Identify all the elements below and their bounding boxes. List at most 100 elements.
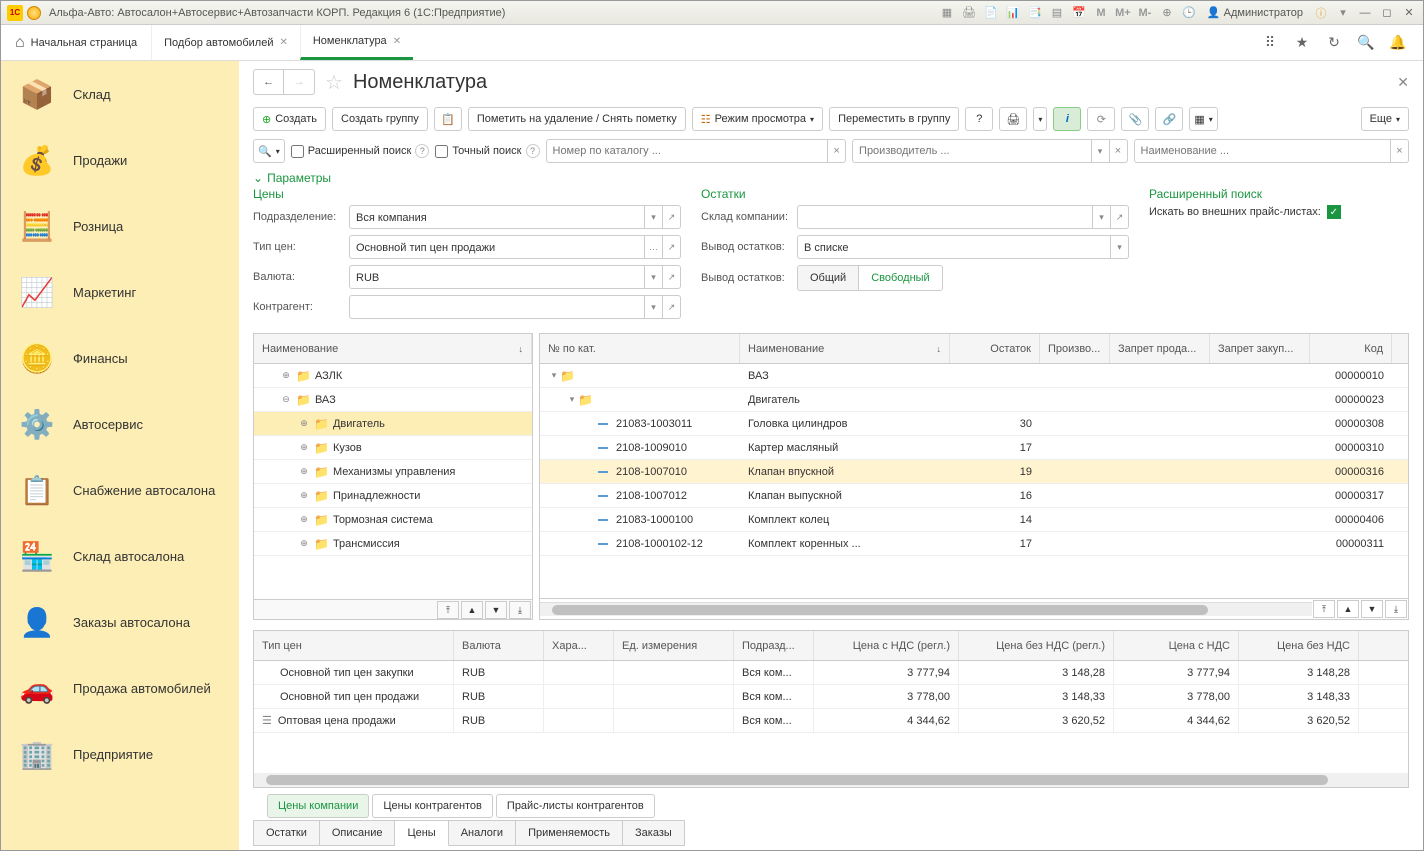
col-price-nonds[interactable]: Цена без НДС [1239, 631, 1359, 660]
col-price-nds[interactable]: Цена с НДС [1114, 631, 1239, 660]
move-group-button[interactable]: Переместить в группу [829, 107, 959, 131]
subtab-company-prices[interactable]: Цены компании [267, 794, 369, 818]
user-menu[interactable]: 👤 Администратор [1203, 6, 1307, 19]
subtab-contractor-prices[interactable]: Цены контрагентов [372, 794, 493, 818]
dropdown-button[interactable]: ▾ [645, 295, 663, 319]
tree-row[interactable]: ⊕📁Принадлежности [254, 484, 532, 508]
expand-icon[interactable]: ⊕ [280, 370, 292, 381]
seg-free-button[interactable]: Свободный [859, 266, 942, 290]
name-input[interactable] [1134, 139, 1391, 163]
last-button[interactable]: ⤓ [509, 601, 531, 619]
star-icon[interactable]: ★ [1293, 34, 1311, 52]
mark-delete-button[interactable]: Пометить на удаление / Снять пометку [468, 107, 686, 131]
expand-icon[interactable]: ⊕ [298, 418, 310, 429]
ext-price-check[interactable]: Искать во внешних прайс-листах: ✓ [1149, 205, 1409, 219]
col-code[interactable]: Код [1310, 334, 1392, 363]
tree-body[interactable]: ⊕📁АЗЛК⊖📁ВАЗ⊕📁Двигатель⊕📁Кузов⊕📁Механизмы… [254, 364, 532, 599]
price-body[interactable]: Основной тип цен закупки RUB Вся ком... … [254, 661, 1408, 733]
search-nav-icon[interactable]: 🔍 [1357, 34, 1375, 52]
ext-search-check[interactable]: Расширенный поиск ? [291, 144, 430, 158]
up-button[interactable]: ▲ [1337, 600, 1359, 618]
copy-icon[interactable]: 📑 [1027, 5, 1043, 21]
expand-icon[interactable]: ⊕ [298, 538, 310, 549]
tree-row[interactable]: ⊕📁Кузов [254, 436, 532, 460]
sidebar-item-car-sales[interactable]: 🚗Продажа автомобилей [1, 655, 239, 721]
tree-row[interactable]: ⊕📁Трансмиссия [254, 532, 532, 556]
item-row[interactable]: 2108-1000102-12 Комплект коренных ... 17… [540, 532, 1408, 556]
calc-icon[interactable]: 📊 [1005, 5, 1021, 21]
tree-row[interactable]: ⊖📁ВАЗ [254, 388, 532, 412]
favorite-icon[interactable]: ☆ [325, 70, 343, 95]
bell-icon[interactable]: 🔔 [1389, 34, 1407, 52]
col-catalog[interactable]: № по кат. [540, 334, 740, 363]
back-button[interactable]: ← [254, 70, 284, 94]
item-row[interactable]: 21083-1000100 Комплект колец 14 00000406 [540, 508, 1408, 532]
price-row[interactable]: Основной тип цен закупки RUB Вся ком... … [254, 661, 1408, 685]
open-button[interactable]: ↗ [663, 265, 681, 289]
price-row[interactable]: ☰Оптовая цена продажи RUB Вся ком... 4 3… [254, 709, 1408, 733]
item-row[interactable]: 2108-1007012 Клапан выпускной 16 0000031… [540, 484, 1408, 508]
info-icon[interactable]: ⓘ [1313, 5, 1329, 21]
params-toggle[interactable]: ⌄Параметры [253, 171, 1409, 185]
col-name[interactable]: Наименование↓ [740, 334, 950, 363]
item-row[interactable]: 2108-1009010 Картер масляный 17 00000310 [540, 436, 1408, 460]
col-unit[interactable]: Ед. измерения [614, 631, 734, 660]
export-button[interactable]: ▦▾ [1189, 107, 1217, 131]
expand-icon[interactable]: ⊕ [298, 514, 310, 525]
item-row[interactable]: ▾📁 ВАЗ 00000010 [540, 364, 1408, 388]
create-button[interactable]: ⊕Создать [253, 107, 326, 131]
sidebar-item-supply[interactable]: 📋Снабжение автосалона [1, 457, 239, 523]
sidebar-item-salon-warehouse[interactable]: 🏪Склад автосалона [1, 523, 239, 589]
btab-orders[interactable]: Заказы [623, 820, 685, 846]
minimize-button[interactable]: — [1357, 5, 1373, 21]
sidebar-item-finance[interactable]: 🪙Финансы [1, 325, 239, 391]
ellipsis-button[interactable]: … [645, 235, 663, 259]
dropdown-button[interactable]: ▾ [645, 265, 663, 289]
close-tab-icon[interactable]: ✕ [393, 36, 401, 47]
copy-button[interactable]: 📋 [434, 107, 462, 131]
help-button[interactable]: ? [965, 107, 993, 131]
stockout-input[interactable]: В списке▾ [797, 235, 1129, 259]
tree-row[interactable]: ⊕📁АЗЛК [254, 364, 532, 388]
item-row[interactable]: ▾📁 Двигатель 00000023 [540, 388, 1408, 412]
contr-input[interactable]: ▾↗ [349, 295, 681, 319]
ptype-input[interactable]: Основной тип цен продажи…↗ [349, 235, 681, 259]
sidebar-item-orders[interactable]: 👤Заказы автосалона [1, 589, 239, 655]
tree-row[interactable]: ⊕📁Двигатель [254, 412, 532, 436]
close-page-button[interactable]: ✕ [1397, 74, 1409, 91]
history-nav-icon[interactable]: ↻ [1325, 34, 1343, 52]
items-hscroll[interactable] [540, 602, 1312, 616]
clear-button[interactable]: × [828, 139, 846, 163]
btab-prices[interactable]: Цены [395, 820, 448, 846]
col-currency[interactable]: Валюта [454, 631, 544, 660]
last-button[interactable]: ⤓ [1385, 600, 1407, 618]
expand-icon[interactable]: ▾ [566, 394, 578, 405]
apps-icon[interactable]: ⠿ [1261, 34, 1279, 52]
price-hscroll[interactable] [254, 773, 1408, 787]
help-icon[interactable]: ? [415, 144, 429, 158]
dropdown-button[interactable]: ▾ [645, 205, 663, 229]
attach-button[interactable]: 📎 [1121, 107, 1149, 131]
clear-button[interactable]: × [1391, 139, 1409, 163]
close-window-button[interactable]: ✕ [1401, 5, 1417, 21]
dropdown-icon[interactable] [27, 6, 41, 20]
item-row[interactable]: 21083-1003011 Головка цилиндров 30 00000… [540, 412, 1408, 436]
m-minus-icon[interactable]: M- [1137, 5, 1153, 21]
maximize-button[interactable]: ◻ [1379, 5, 1395, 21]
col-price-nonds-reg[interactable]: Цена без НДС (регл.) [959, 631, 1114, 660]
sidebar-item-retail[interactable]: 🧮Розница [1, 193, 239, 259]
items-body[interactable]: ▾📁 ВАЗ 00000010 ▾📁 Двигатель 00000023 21… [540, 364, 1408, 598]
print-icon[interactable]: 🖨 [961, 5, 977, 21]
open-button[interactable]: ↗ [1111, 205, 1129, 229]
expand-icon[interactable]: ⊕ [298, 466, 310, 477]
sidebar-item-enterprise[interactable]: 🏢Предприятие [1, 721, 239, 787]
first-button[interactable]: ⤒ [1313, 600, 1335, 618]
first-button[interactable]: ⤒ [437, 601, 459, 619]
tree-row[interactable]: ⊕📁Тормозная система [254, 508, 532, 532]
sync-button[interactable]: ⟳ [1087, 107, 1115, 131]
print-dd-button[interactable]: ▾ [1033, 107, 1047, 131]
checkbox-checked-icon[interactable]: ✓ [1327, 205, 1341, 219]
subdiv-input[interactable]: Вся компания▾↗ [349, 205, 681, 229]
col-stock[interactable]: Остаток [950, 334, 1040, 363]
expand-icon[interactable]: ⊕ [298, 442, 310, 453]
